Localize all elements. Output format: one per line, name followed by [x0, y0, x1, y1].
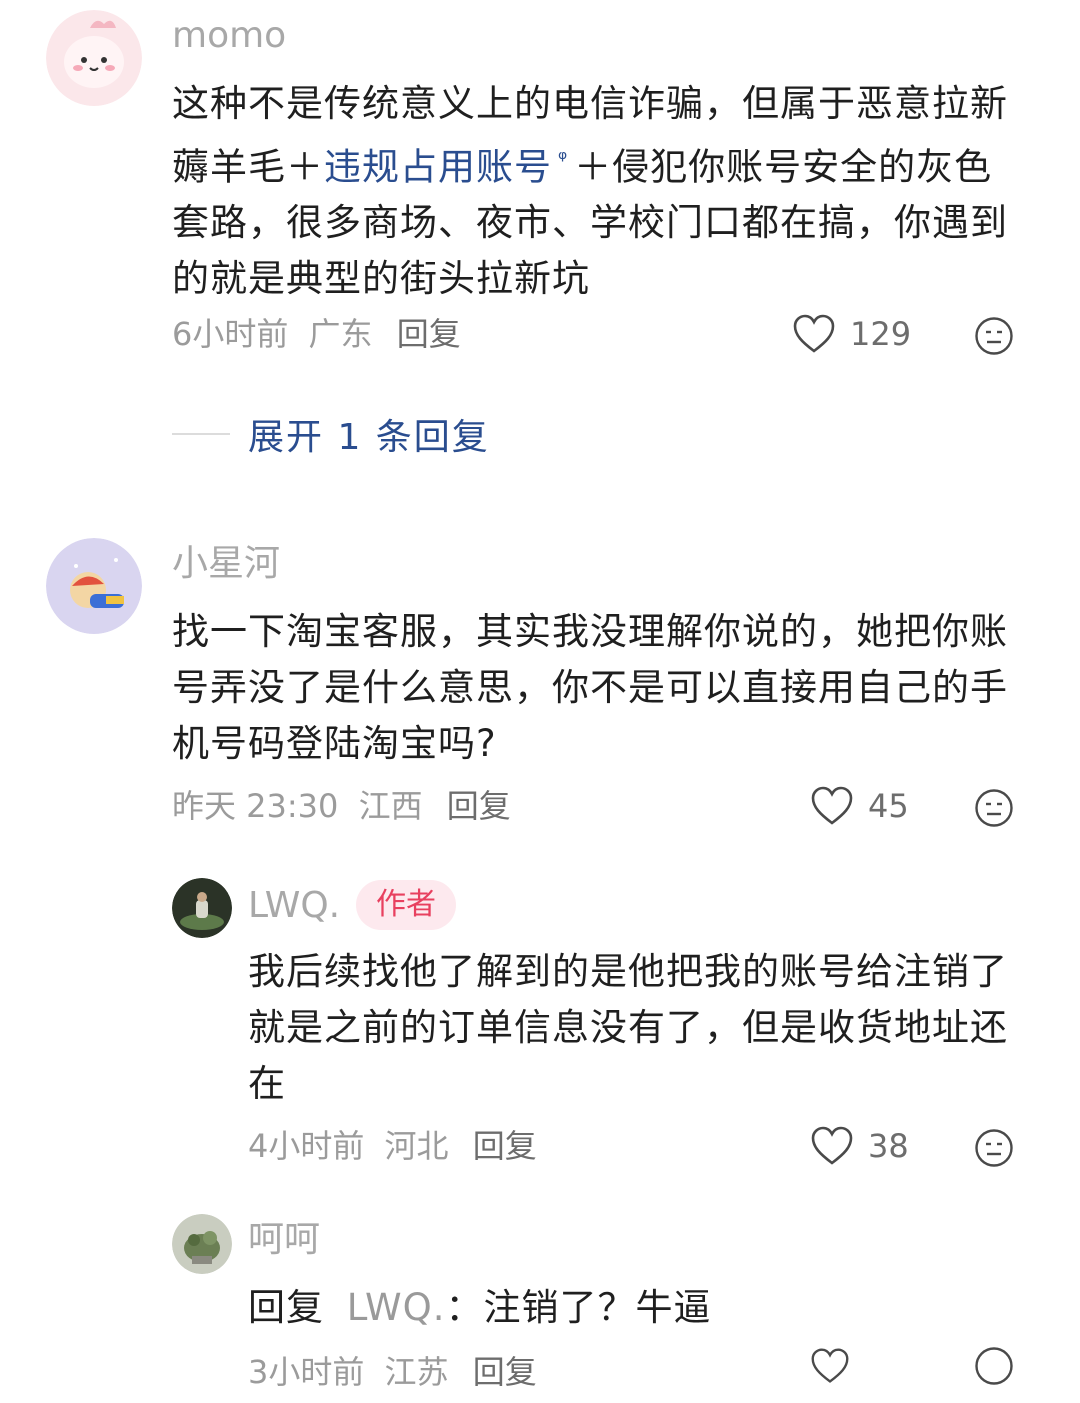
- like-count: 38: [868, 1127, 909, 1165]
- author-badge: 作者: [356, 880, 456, 930]
- heart-icon[interactable]: [810, 1346, 850, 1386]
- like-button[interactable]: 45: [810, 786, 909, 826]
- timestamp: 昨天 23:30: [172, 787, 339, 825]
- comment-body: 这种不是传统意义上的电信诈骗，但属于恶意拉新薅羊毛＋违规占用账号 ᵠ ＋侵犯你账号安…: [172, 76, 1022, 307]
- reply-item: LWQ. 作者 我后续找他了解到的是他把我的账号给注销了就是之前的订单信息没有了…: [0, 870, 1080, 1190]
- location: 广东: [308, 315, 373, 353]
- dislike-icon[interactable]: [974, 1128, 1014, 1168]
- expand-replies-label: 展开 1 条回复: [248, 417, 490, 458]
- comment-item: 小星河 找一下淘宝客服，其实我没理解你说的，她把你账号弄没了是什么意思，你不是可…: [0, 530, 1080, 840]
- search-link[interactable]: 违规占用账号: [324, 145, 552, 188]
- reply-button[interactable]: 回复: [473, 1127, 537, 1165]
- timestamp: 3小时前: [248, 1353, 365, 1391]
- comment-item: momo 这种不是传统意义上的电信诈骗，但属于恶意拉新薅羊毛＋违规占用账号 ᵠ ＋侵…: [0, 0, 1080, 380]
- reply-item: 呵呵 回复 LWQ.：注销了？牛逼 3小时前 江苏 回复: [0, 1206, 1080, 1403]
- comment-meta: 4小时前 河北 回复: [248, 1130, 537, 1162]
- reply-to-username[interactable]: LWQ.: [347, 1286, 446, 1329]
- like-button[interactable]: 38: [810, 1126, 909, 1166]
- username[interactable]: 呵呵: [248, 1222, 320, 1258]
- heart-icon: [811, 786, 853, 825]
- like-count: 129: [850, 315, 912, 353]
- username[interactable]: momo: [172, 18, 286, 54]
- location: 江西: [358, 787, 423, 825]
- reply-prefix-label: 回复: [248, 1286, 324, 1329]
- divider: [172, 433, 230, 435]
- timestamp: 4小时前: [248, 1127, 365, 1165]
- username[interactable]: 小星河: [172, 546, 280, 582]
- timestamp: 6小时前: [172, 315, 289, 353]
- expand-replies-button[interactable]: 展开 1 条回复: [172, 408, 490, 460]
- avatar[interactable]: [172, 878, 232, 938]
- location: 江苏: [384, 1353, 449, 1391]
- search-link-icon[interactable]: ᵠ: [558, 147, 568, 172]
- like-count: 45: [868, 787, 909, 825]
- dislike-icon[interactable]: [974, 788, 1014, 828]
- comment-meta: 昨天 23:30 江西 回复: [172, 790, 511, 822]
- location: 河北: [384, 1127, 449, 1165]
- comment-meta: 3小时前 江苏 回复: [248, 1356, 537, 1388]
- comment-body: 我后续找他了解到的是他把我的账号给注销了就是之前的订单信息没有了，但是收货地址还…: [248, 950, 1008, 1105]
- dislike-icon[interactable]: [974, 316, 1014, 356]
- comment-list: momo 这种不是传统意义上的电信诈骗，但属于恶意拉新薅羊毛＋违规占用账号 ᵠ ＋侵…: [0, 0, 1080, 1403]
- username[interactable]: LWQ.: [248, 888, 340, 924]
- avatar[interactable]: [172, 1214, 232, 1274]
- comment-meta: 6小时前 广东 回复: [172, 318, 461, 350]
- like-button[interactable]: 129: [792, 314, 911, 354]
- avatar[interactable]: [46, 538, 142, 634]
- comment-text: ：注销了？牛逼: [445, 1286, 712, 1329]
- reply-button[interactable]: 回复: [473, 1353, 537, 1391]
- comment-body: 回复 LWQ.：注销了？牛逼: [248, 1280, 1008, 1336]
- heart-icon: [811, 1126, 853, 1165]
- comment-body: 找一下淘宝客服，其实我没理解你说的，她把你账号弄没了是什么意思，你不是可以直接用…: [172, 610, 1008, 765]
- reply-button[interactable]: 回复: [397, 315, 461, 353]
- avatar[interactable]: [46, 10, 142, 106]
- reply-button[interactable]: 回复: [447, 787, 511, 825]
- heart-icon: [793, 314, 835, 353]
- dislike-icon[interactable]: [974, 1346, 1014, 1386]
